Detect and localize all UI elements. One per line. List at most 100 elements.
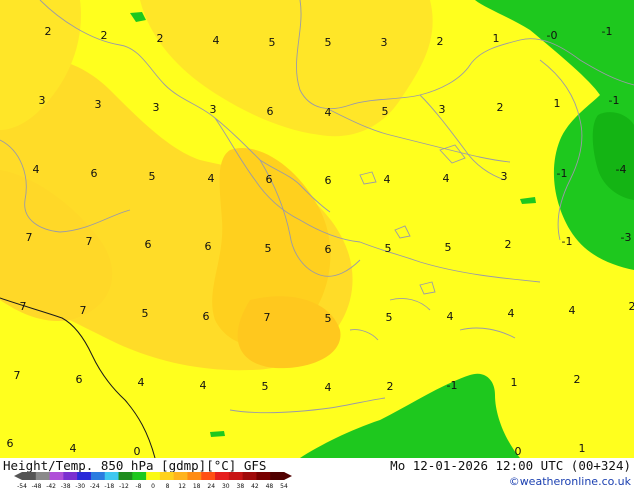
scale-tick-label: 54 [280,483,288,490]
value-label: 4 [443,172,450,185]
value-label: 4 [325,381,332,394]
value-label: 6 [266,173,273,186]
value-label: -1 [562,235,573,248]
value-label: 5 [382,105,389,118]
scale-arrow-right [284,472,292,480]
value-label: 4 [138,376,145,389]
value-label: 3 [95,98,102,111]
value-label: 7 [264,311,271,324]
value-label: 3 [501,170,508,183]
value-label: 3 [439,103,446,116]
value-label: 4 [325,106,332,119]
scale-swatch [256,472,271,480]
value-label: 2 [387,380,394,393]
value-label: 7 [14,369,21,382]
value-label: 4 [213,34,220,47]
value-label: -1 [609,94,620,107]
scale-swatch [146,472,161,480]
scale-swatch [22,472,37,480]
value-label: 5 [262,380,269,393]
scale-swatch [118,472,133,480]
value-label: 6 [267,105,274,118]
value-label: 2 [574,373,581,386]
value-label: 7 [20,300,27,313]
value-label: 6 [325,243,332,256]
cold-patch-southwest [210,431,225,437]
value-label: 4 [70,442,77,455]
scale-tick-label: -48 [32,483,42,490]
value-label: 4 [384,173,391,186]
scale-swatch [201,472,216,480]
value-label: 0 [515,445,522,458]
value-label: 6 [205,240,212,253]
scale-swatch [104,472,120,480]
value-label: 6 [325,174,332,187]
value-label: 7 [26,231,33,244]
value-label: 1 [511,376,518,389]
value-label: 5 [386,311,393,324]
value-label: 2 [45,25,52,38]
value-label: 6 [145,238,152,251]
value-label: 5 [149,170,156,183]
scale-swatch [90,472,106,480]
scale-swatch [35,472,51,480]
value-label: 7 [80,304,87,317]
value-label: 4 [33,163,40,176]
value-label: 4 [569,304,576,317]
scale-swatch [159,472,175,480]
value-label: -0 [547,29,558,42]
value-label: 1 [579,442,586,455]
value-label: 5 [142,307,149,320]
scale-swatch [228,472,244,480]
scale-tick-label: -30 [75,483,85,490]
scale-tick-label: -54 [17,483,27,490]
value-label: 3 [153,101,160,114]
value-label: 5 [325,312,332,325]
value-label: 2 [437,35,444,48]
value-label: 3 [39,94,46,107]
scale-swatch [215,472,230,480]
scale-tick-label: -12 [119,483,129,490]
value-label: -3 [621,231,632,244]
value-label: 7 [86,235,93,248]
value-label: 1 [493,32,500,45]
value-label: 5 [265,242,272,255]
scale-tick-label: -38 [61,483,71,490]
value-label: 2 [497,101,504,114]
value-label: 2 [505,238,512,251]
value-label: 4 [447,310,454,323]
scale-tick-label: -24 [90,483,100,490]
scale-tick-label: -42 [46,483,56,490]
scale-tick-label: 0 [151,483,155,490]
color-scale: -54 -48 -42 -38 -30 -24 -18 -12 -8 0 8 12 18 24 30 38 42… [14,472,292,490]
value-label: 4 [508,307,515,320]
value-label: -1 [602,25,613,38]
value-label: -1 [447,379,458,392]
value-label: 6 [203,310,210,323]
weather-map: 2 2 2 4 5 5 3 2 1 -0 -1 3 3 3 3 6 4 5 3 2 1 -1 4 6 5 4 6 6 4 4 3 -1 -4 7 7… [0,0,634,458]
scale-tick-label: -18 [104,483,114,490]
map-datetime: Mo 12-01-2026 12:00 UTC (00+324) [390,458,631,473]
scale-tick-label: 8 [166,483,170,490]
scale-tick-label: 18 [193,483,201,490]
scale-tick-label: 12 [178,483,186,490]
value-label: -4 [616,163,627,176]
value-label: 2 [157,32,164,45]
scale-swatch [242,472,257,480]
value-label: 2 [101,29,108,42]
scale-tick-label: 48 [266,483,274,490]
value-label: 4 [208,172,215,185]
value-label: 5 [269,36,276,49]
value-label: 4 [200,379,207,392]
value-label: -1 [557,167,568,180]
value-label: 6 [76,373,83,386]
value-label: 1 [554,97,561,110]
scale-swatch [270,472,285,480]
scale-tick-label: 24 [207,483,215,490]
scale-tick-label: 42 [251,483,259,490]
scale-swatch [173,472,188,480]
scale-swatch [132,472,147,480]
scale-tick-label: 38 [237,483,245,490]
value-label: 2 [629,300,634,313]
credit-link[interactable]: ©weatheronline.co.uk [509,475,631,488]
